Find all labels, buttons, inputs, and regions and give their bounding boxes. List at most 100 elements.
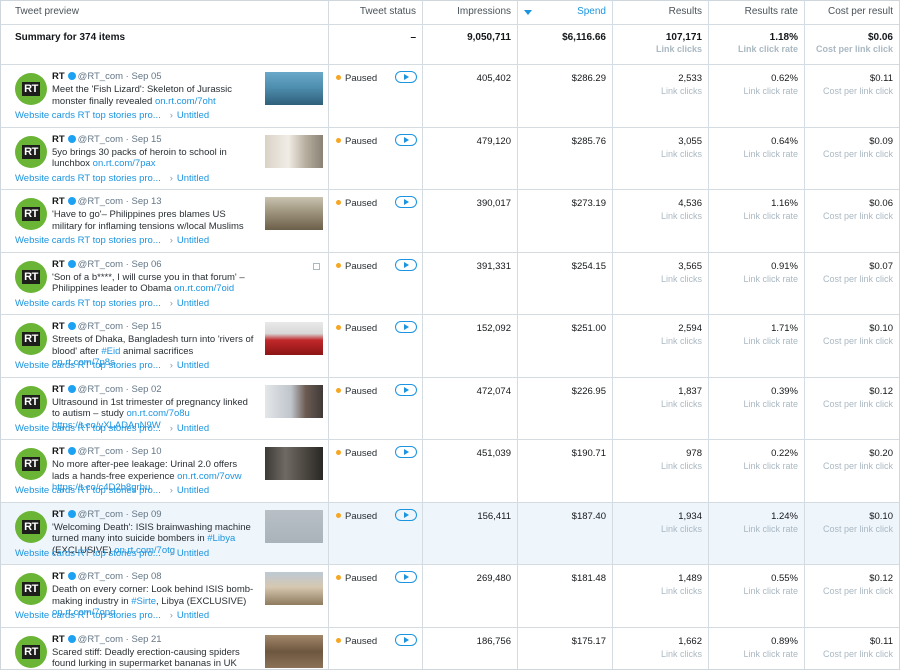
card-name-link[interactable]: Website cards RT top stories pro... [15,235,161,246]
campaign-link[interactable]: Untitled [177,360,209,371]
cost-cell: $0.11 Cost per link click [805,65,899,127]
tweet-status-cell: Paused [329,565,423,627]
play-video-icon[interactable] [395,383,417,396]
col-results[interactable]: Results [613,1,709,24]
col-results-rate[interactable]: Results rate [709,1,805,24]
card-name-link[interactable]: Website cards RT top stories pro... [15,110,161,121]
play-video-icon[interactable] [395,446,417,458]
table-row[interactable]: RT RT @RT_com · Sep 15 Streets of Dhaka, Ba… [1,315,899,378]
table-row[interactable]: RT RT @RT_com · Sep 09 'Welcoming Death': I… [1,502,899,565]
col-impressions[interactable]: Impressions [423,1,518,24]
card-name-link[interactable]: Website cards RT top stories pro... [15,423,161,434]
tweet-thumbnail[interactable] [265,572,323,605]
impressions-cell: 405,402 [423,65,518,127]
table-row[interactable]: RT RT @RT_com · Sep 08 Death on every corne… [1,565,899,628]
tweet-preview-cell[interactable]: RT RT @RT_com · Sep 21 Scared stiff: Deadly… [1,627,329,670]
verified-badge-icon [67,134,76,143]
tweet-footer: Website cards RT top stories pro... › Unti… [15,298,209,309]
tweet-hashtag[interactable]: #Eid [101,346,120,357]
campaign-link[interactable]: Untitled [177,235,209,246]
tweet-header: RT @RT_com · Sep 06 [52,259,162,270]
tweet-preview-cell[interactable]: RT RT @RT_com · Sep 13 'Have to go'– Philip… [1,190,329,252]
account-handle: @RT_com · Sep 06 [77,258,162,270]
tweet-preview-cell[interactable]: RT RT @RT_com · Sep 10 No more after-pee le… [1,440,329,502]
card-name-link[interactable]: Website cards RT top stories pro... [15,610,161,621]
table-row[interactable]: RT RT @RT_com · Sep 13 'Have to go'– Philip… [1,190,899,253]
tweet-preview-cell[interactable]: RT RT @RT_com · Sep 15 5yo brings 30 packs … [1,127,329,189]
tweet-thumbnail[interactable] [265,72,323,105]
cost-cell: $0.10 Cost per link click [805,503,899,565]
campaign-link[interactable]: Untitled [177,610,209,621]
tweet-preview-cell[interactable]: RT RT @RT_com · Sep 08 Death on every corne… [1,565,329,627]
account-name: RT [52,446,65,457]
tweet-thumbnail[interactable] [265,322,323,355]
campaign-link[interactable]: Untitled [177,485,209,496]
tweet-thumbnail[interactable] [265,134,323,168]
play-video-icon[interactable] [395,71,417,83]
tweet-preview-cell[interactable]: RT RT @RT_com · Sep 02 Ultrasound in 1st tr… [1,377,329,439]
tweet-preview-cell[interactable]: RT RT @RT_com · Sep 09 'Welcoming Death': I… [1,502,329,564]
table-row[interactable]: RT RT @RT_com · Sep 21 Scared stiff: Deadly… [1,627,899,670]
rate-sub: Link click rate [743,586,798,596]
tweet-link[interactable]: on.rt.com/7o8u [126,408,189,419]
tweet-thumbnail[interactable] [265,509,323,543]
status-label: Paused [345,323,378,334]
account-name: RT [52,258,65,270]
account-name: RT [52,133,65,145]
paused-dot-icon [336,450,341,455]
table-row[interactable]: RT RT @RT_com · Sep 05 Meet the 'Fish Lizar… [1,65,899,128]
tweet-hashtag[interactable]: #Sirte [131,596,156,607]
card-name-link[interactable]: Website cards RT top stories pro... [15,360,161,371]
table-row[interactable]: RT RT @RT_com · Sep 06 'Son of a b****, I w… [1,252,899,315]
play-video-icon[interactable] [395,321,417,333]
col-tweet-status[interactable]: Tweet status [329,1,423,24]
cost-sub: Cost per link click [822,273,893,284]
play-video-icon[interactable] [395,258,417,271]
campaign-link[interactable]: Untitled [177,298,209,309]
table-row[interactable]: RT RT @RT_com · Sep 10 No more after-pee le… [1,440,899,503]
col-tweet-preview[interactable]: Tweet preview [1,1,329,24]
campaign-link[interactable]: Untitled [177,423,209,434]
tweet-link[interactable]: on.rt.com/7ovw [177,471,241,482]
campaign-link[interactable]: Untitled [177,110,209,121]
tweet-thumbnail[interactable] [265,197,323,230]
tweet-thumbnail[interactable] [265,634,323,668]
campaign-link[interactable]: Untitled [177,548,209,559]
avatar: RT [15,510,47,543]
play-video-icon[interactable] [395,196,417,208]
col-spend[interactable]: Spend [518,1,613,24]
tweet-status-cell: Paused [329,502,423,564]
play-video-icon[interactable] [395,571,417,583]
tweet-hashtag[interactable]: #Libya [207,533,235,544]
play-video-icon[interactable] [395,633,417,646]
spend-cell: $187.40 [518,502,613,564]
tweet-preview-cell[interactable]: RT RT @RT_com · Sep 06 'Son of a b****, I w… [1,252,329,314]
tweet-link[interactable]: on.rt.com/7oht [155,96,216,107]
card-name-link[interactable]: Website cards RT top stories pro... [15,173,161,184]
campaign-link[interactable]: Untitled [177,173,209,184]
play-video-icon[interactable] [395,133,417,146]
col-cost-per-result[interactable]: Cost per result [805,1,899,24]
tweet-preview-cell[interactable]: RT RT @RT_com · Sep 15 Streets of Dhaka, Ba… [1,315,329,377]
tweet-body: Scared stiff: Deadly erection-causing sp… [52,647,257,670]
results-rate-cell: 0.89% Link click rate [709,627,805,669]
card-name-link[interactable]: Website cards RT top stories pro... [15,548,161,559]
avatar-logo: RT [22,269,40,284]
card-name-link[interactable]: Website cards RT top stories pro... [15,485,161,496]
status-label: Paused [345,448,378,459]
card-name-link[interactable]: Website cards RT top stories pro... [15,298,161,309]
cost-sub: Cost per link click [822,648,893,659]
table-row[interactable]: RT RT @RT_com · Sep 02 Ultrasound in 1st tr… [1,377,899,440]
summary-cost-value: $0.06 [867,32,893,43]
avatar: RT [15,635,47,668]
tweet-thumbnail[interactable] [265,447,323,480]
verified-badge-icon [67,509,76,518]
tweet-preview-cell[interactable]: RT RT @RT_com · Sep 05 Meet the 'Fish Lizar… [1,65,329,127]
table-row[interactable]: RT RT @RT_com · Sep 15 5yo brings 30 packs … [1,127,899,190]
chevron-right-icon: › [169,297,173,309]
play-video-icon[interactable] [395,508,417,521]
tweet-link[interactable]: on.rt.com/7oid [174,283,234,294]
card-preview-icon[interactable] [313,262,320,270]
tweet-link[interactable]: on.rt.com/7pax [93,158,156,169]
tweet-thumbnail[interactable] [265,384,323,418]
